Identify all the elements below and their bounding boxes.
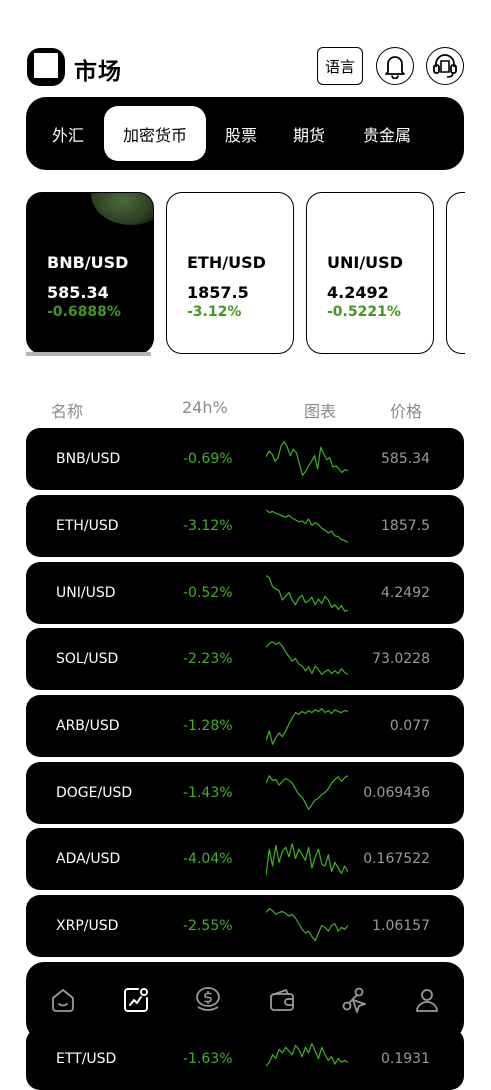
market-row[interactable]: BNB/USD -0.69% 585.34: [26, 428, 464, 490]
row-price: 0.167522: [363, 851, 430, 867]
card-price: 4.2492: [327, 283, 389, 302]
row-symbol: ADA/USD: [56, 851, 121, 867]
sparkline-path: [266, 708, 348, 745]
nav-home[interactable]: [47, 982, 79, 1018]
sparkline-path: [266, 575, 348, 612]
bottom-nav: [26, 962, 464, 1040]
sparkline-path: [266, 843, 348, 876]
row-change: -2.23%: [183, 651, 233, 667]
row-change: -3.12%: [183, 518, 233, 534]
featured-card-next[interactable]: [446, 192, 465, 354]
row-price: 585.34: [381, 451, 430, 467]
row-symbol: DOGE/USD: [56, 785, 133, 801]
header: 市场 语言: [26, 44, 464, 90]
column-price: 价格: [390, 402, 423, 421]
card-pair: ETH/USD: [187, 253, 266, 272]
row-change: -1.43%: [183, 785, 233, 801]
row-symbol: XRP/USD: [56, 918, 119, 934]
tab-precious-metals[interactable]: 贵金属: [352, 97, 422, 170]
profile-icon: [416, 989, 438, 1012]
market-chart-icon: [124, 988, 148, 1012]
row-symbol: UNI/USD: [56, 585, 116, 601]
row-change: -0.52%: [183, 585, 233, 601]
market-row[interactable]: ADA/USD -4.04% 0.167522: [26, 828, 464, 890]
notification-button[interactable]: [376, 47, 414, 85]
card-pair: UNI/USD: [327, 253, 403, 272]
sparkline-path: [266, 641, 348, 675]
nav-wallet[interactable]: [266, 982, 298, 1018]
market-row[interactable]: XRP/USD -2.55% 1.06157: [26, 895, 464, 957]
bell-icon: [385, 56, 405, 79]
card-glow: [91, 193, 153, 225]
card-change: -3.12%: [187, 304, 242, 320]
row-price: 73.0228: [372, 651, 430, 667]
sparkline-chart: [266, 708, 348, 745]
nav-market[interactable]: [120, 982, 152, 1018]
sparkline-chart: [266, 575, 348, 612]
nav-profile[interactable]: [411, 982, 443, 1018]
column-change: 24h%: [182, 398, 228, 417]
sparkline-path: [266, 775, 348, 810]
card-price: 1857.5: [187, 283, 249, 302]
support-icon: [433, 54, 457, 78]
market-row[interactable]: ARB/USD -1.28% 0.077: [26, 695, 464, 757]
customer-service-button[interactable]: [426, 47, 464, 85]
carousel-indicator: [26, 352, 151, 356]
row-symbol: SOL/USD: [56, 651, 119, 667]
language-button[interactable]: 语言: [317, 47, 363, 85]
sparkline-chart: [266, 908, 348, 942]
tab-stocks[interactable]: 股票: [214, 97, 268, 170]
sparkline-path: [266, 908, 348, 942]
column-name: 名称: [51, 402, 84, 421]
sparkline-path: [266, 509, 348, 543]
row-change: -2.55%: [183, 918, 233, 934]
featured-card-bnb[interactable]: BNB/USD 585.34 -0.6888%: [26, 192, 154, 354]
sparkline-chart: [266, 775, 348, 810]
row-change: -4.04%: [183, 851, 233, 867]
market-row[interactable]: UNI/USD -0.52% 4.2492: [26, 562, 464, 624]
featured-card-eth[interactable]: ETH/USD 1857.5 -3.12%: [166, 192, 294, 354]
home-icon: [52, 989, 74, 1012]
nav-finance[interactable]: [192, 982, 224, 1018]
row-price: 0.069436: [363, 785, 430, 801]
sparkline-chart: [266, 441, 348, 476]
row-price: 4.2492: [381, 585, 430, 601]
tab-forex[interactable]: 外汇: [40, 97, 96, 170]
row-symbol: ETH/USD: [56, 518, 119, 534]
sparkline-chart: [266, 509, 348, 543]
row-price: 1.06157: [372, 918, 430, 934]
featured-card-uni[interactable]: UNI/USD 4.2492 -0.5221%: [306, 192, 434, 354]
card-price: 585.34: [47, 283, 109, 302]
row-price: 1857.5: [381, 518, 430, 534]
market-row[interactable]: SOL/USD -2.23% 73.0228: [26, 628, 464, 690]
share-icon: [342, 987, 366, 1013]
row-price: 0.077: [389, 718, 430, 734]
category-tabs: 外汇 加密货币 股票 期货 贵金属: [26, 97, 464, 170]
page-title: 市场: [74, 59, 122, 85]
nav-share[interactable]: [338, 982, 370, 1018]
sparkline-path: [266, 1043, 348, 1067]
row-symbol: BNB/USD: [56, 451, 121, 467]
logo-icon: [27, 48, 65, 86]
card-change: -0.5221%: [327, 304, 401, 320]
row-symbol: ARB/USD: [56, 718, 120, 734]
sparkline-chart: [266, 641, 348, 675]
coin-icon: [196, 987, 220, 1011]
sparkline-path: [266, 441, 348, 476]
card-pair: BNB/USD: [47, 253, 129, 272]
wallet-icon: [270, 989, 294, 1011]
market-row[interactable]: ETH/USD -3.12% 1857.5: [26, 495, 464, 557]
market-row[interactable]: DOGE/USD -1.43% 0.069436: [26, 762, 464, 824]
row-change: -1.28%: [183, 718, 233, 734]
featured-cards: BNB/USD 585.34 -0.6888% ETH/USD 1857.5 -…: [26, 192, 465, 362]
sparkline-chart: [266, 1043, 348, 1067]
tab-futures[interactable]: 期货: [282, 97, 336, 170]
card-change: -0.6888%: [47, 304, 121, 320]
column-chart: 图表: [304, 402, 337, 421]
tab-crypto[interactable]: 加密货币: [104, 106, 206, 161]
sparkline-chart: [266, 843, 348, 876]
row-change: -0.69%: [183, 451, 233, 467]
